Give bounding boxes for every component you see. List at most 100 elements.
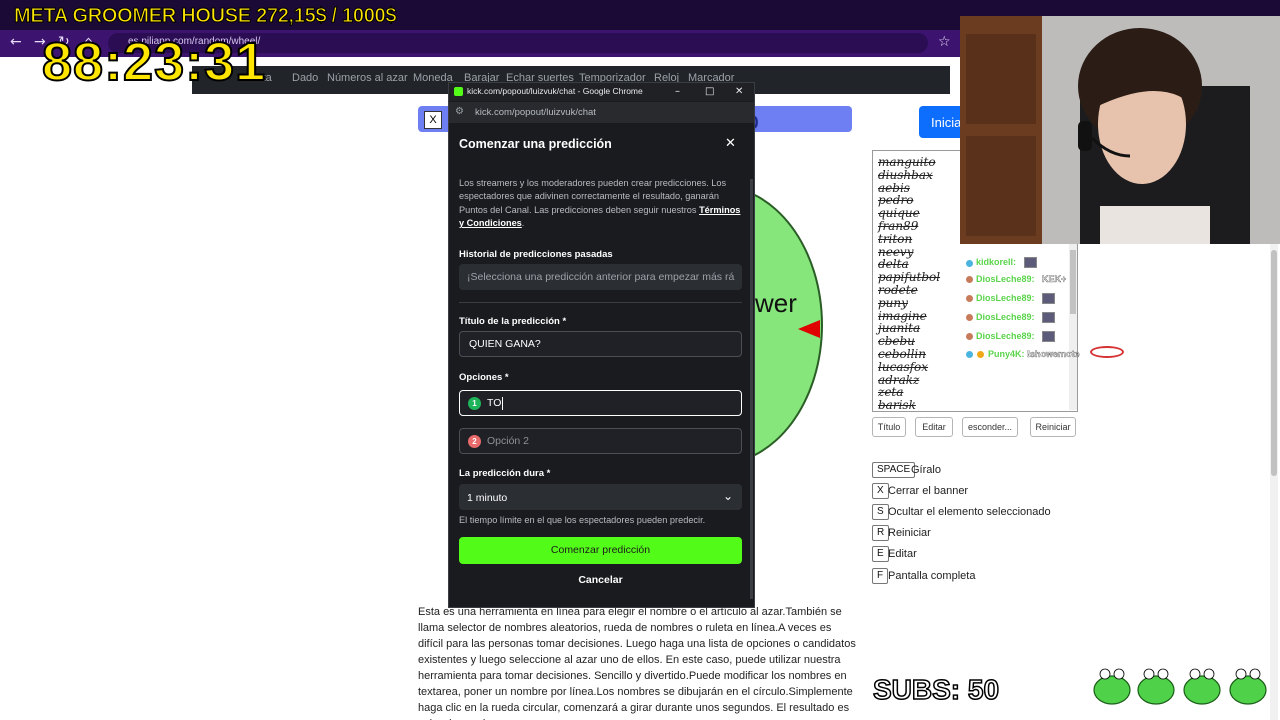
kick-chat-popup-window: kick.com/popout/luizvuk/chat - Google Ch…	[448, 82, 755, 608]
history-placeholder: ¡Selecciona una predicción anterior para…	[467, 271, 735, 283]
option-2-input[interactable]: 2 Opción 2	[459, 428, 742, 454]
frog-emotes-icon	[1093, 668, 1267, 705]
subs-counter: SUBS: 50	[872, 673, 1000, 706]
chat-badge-icon	[966, 276, 973, 283]
divider	[459, 302, 742, 303]
close-banner-button[interactable]: X	[424, 111, 442, 129]
modal-close-icon[interactable]: ✕	[725, 136, 736, 151]
name-entry: rodete	[878, 282, 918, 297]
chat-username: DiosLeche89:	[976, 274, 1035, 284]
window-close-icon[interactable]: ✕	[735, 85, 743, 98]
chat-username: DiosLeche89:	[976, 312, 1035, 322]
chat-emote-icon	[1024, 257, 1037, 268]
name-entry: triton	[878, 231, 913, 246]
chat-message: !showemote	[1027, 349, 1080, 359]
modal-scrollbar[interactable]	[750, 179, 753, 599]
chat-emote-icon	[1042, 293, 1055, 304]
donation-goal-text: META GROOMER HOUSE 272,15$ / 1000$	[13, 5, 397, 28]
popup-window-title: kick.com/popout/luizvuk/chat - Google Ch…	[467, 86, 643, 96]
duration-value: 1 minuto	[467, 492, 508, 504]
subathon-timer: 88:23:31	[41, 31, 267, 93]
chat-badge-icon	[966, 333, 973, 340]
minimize-icon[interactable]: –	[675, 85, 680, 98]
shortcut-key: X	[872, 483, 889, 499]
emote-squiggle-icon	[1090, 346, 1124, 358]
text-caret	[502, 397, 503, 410]
chat-badge-icon	[966, 260, 973, 267]
edit-button[interactable]: Editar	[915, 417, 953, 437]
duration-help-text: El tiempo límite en el que los espectado…	[459, 515, 706, 525]
wheel-segment-label: wer	[755, 288, 797, 318]
chat-username: DiosLeche89:	[976, 331, 1035, 341]
name-entry: puny	[878, 295, 908, 310]
prediction-title-value: QUIEN GANA?	[469, 338, 541, 350]
reset-button[interactable]: Reiniciar	[1030, 417, 1076, 437]
prediction-title-label: Título de la predicción *	[459, 316, 567, 327]
name-entry: fran89	[878, 218, 919, 233]
chat-username: Puny4K:	[988, 349, 1025, 359]
chat-emote-icon	[1042, 331, 1055, 342]
nav-link-dado[interactable]: Dado	[292, 71, 318, 85]
name-entry: lucasfox	[878, 359, 929, 374]
option-1-badge: 1	[468, 397, 481, 410]
option-1-value: TO	[487, 397, 502, 409]
chat-emote-icon	[1042, 312, 1055, 323]
maximize-icon[interactable]: □	[705, 85, 714, 98]
option-2-badge: 2	[468, 435, 481, 448]
shortcut-label: Gíralo	[911, 464, 941, 476]
cancel-button[interactable]: Cancelar	[459, 574, 742, 590]
shortcut-label: Ocultar el elemento seleccionado	[888, 506, 1051, 518]
modal-title: Comenzar una predicción	[459, 137, 612, 151]
name-entry: cebollin	[878, 346, 926, 361]
tool-description: Esta es una herramienta en línea para el…	[418, 606, 856, 720]
back-arrow-icon[interactable]: ←	[10, 33, 22, 51]
chat-badge-icon	[977, 351, 984, 358]
nav-link-moneda[interactable]: Moneda	[413, 71, 453, 85]
option-1-input[interactable]: 1 TO	[459, 390, 742, 416]
kick-logo-icon	[454, 87, 463, 96]
shortcut-key: F	[872, 568, 889, 584]
page-scrollbar-thumb[interactable]	[1271, 250, 1277, 476]
shortcut-key: R	[872, 525, 890, 541]
shortcut-label: Reiniciar	[888, 527, 931, 539]
name-entry: diushbax	[878, 167, 933, 182]
wheel-pointer-icon	[798, 320, 820, 338]
history-select[interactable]: ¡Selecciona una predicción anterior para…	[459, 264, 742, 290]
popup-address-bar[interactable]: ⚙ kick.com/popout/luizvuk/chat	[449, 102, 754, 123]
site-info-icon[interactable]: ⚙	[455, 106, 464, 117]
chevron-down-icon: ⌄	[723, 489, 734, 503]
option-2-placeholder: Opción 2	[487, 435, 530, 447]
modal-description-text: Los streamers y los moderadores pueden c…	[459, 178, 727, 215]
chat-badge-icon	[966, 314, 973, 321]
names-scrollbar-thumb[interactable]	[1070, 250, 1076, 314]
webcam-feed	[960, 16, 1280, 244]
title-button[interactable]: Título	[872, 417, 906, 437]
chat-username: DiosLeche89:	[976, 293, 1035, 303]
shortcut-label: Editar	[888, 548, 917, 560]
period: .	[521, 218, 525, 229]
chat-username: kidkorell:	[976, 257, 1017, 267]
chat-badge-icon	[966, 295, 973, 302]
options-label: Opciones *	[459, 372, 509, 383]
webcam-image	[960, 16, 1280, 244]
start-prediction-button[interactable]: Comenzar predicción	[459, 537, 742, 564]
hide-button[interactable]: esconder...	[962, 417, 1018, 437]
modal-description: Los streamers y los moderadores pueden c…	[459, 177, 747, 231]
chat-message: KEK+	[1042, 274, 1067, 284]
popup-url-text: kick.com/popout/luizvuk/chat	[475, 107, 596, 118]
shortcut-key: SPACE	[872, 462, 916, 478]
shortcut-key: E	[872, 546, 889, 562]
duration-label: La predicción dura *	[459, 468, 551, 479]
name-entry: manguito	[878, 155, 936, 169]
prediction-title-input[interactable]: QUIEN GANA?	[459, 331, 742, 357]
chat-badge-icon	[966, 351, 973, 358]
history-label: Historial de predicciones pasadas	[459, 249, 613, 260]
names-list: manguito diushbax aebis pedro quique fra…	[878, 155, 940, 412]
bookmark-star-icon[interactable]: ☆	[938, 33, 951, 51]
name-entry: barisk	[878, 398, 916, 412]
shortcut-label: Cerrar el banner	[888, 485, 969, 497]
nav-link-numeros[interactable]: Números al azar	[327, 71, 408, 85]
duration-select[interactable]: 1 minuto ⌄	[459, 484, 742, 510]
shortcut-key: S	[872, 504, 889, 520]
shortcut-label: Pantalla completa	[888, 570, 976, 582]
